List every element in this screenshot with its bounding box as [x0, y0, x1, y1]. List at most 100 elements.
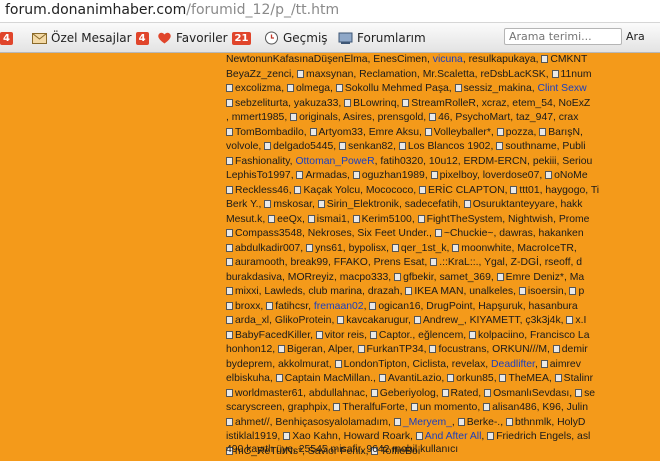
user-names-text[interactable]: senkan82,	[348, 141, 399, 152]
user-names-text[interactable]: Geberiyolog,	[380, 388, 442, 399]
user-names-text[interactable]: Sokollu Mehmed Paşa,	[345, 83, 455, 94]
user-names-text[interactable]: kolpaciino, Francisco La	[478, 330, 589, 341]
user-names-text[interactable]: TheMEA,	[508, 373, 554, 384]
user-names-text[interactable]: CMKNT	[550, 54, 587, 65]
user-names-text[interactable]: bydeprem, akkolmurat,	[226, 359, 335, 370]
user-names-text[interactable]: worldmaster61, abdullahnac,	[235, 388, 371, 399]
user-names-text[interactable]: burakdasiva, MORreyiz, macpo333,	[226, 272, 394, 283]
user-names-text[interactable]: Los Blancos 1902,	[408, 141, 496, 152]
user-names-text[interactable]: oguzhan1989,	[362, 170, 431, 181]
user-names-text[interactable]: mixxi, Lawleds, club marina, drazah,	[235, 286, 405, 297]
address-bar[interactable]: forum.donanimhaber.com/forumid_12/p_/tt.…	[0, 0, 660, 23]
user-names-text[interactable]: Captain MacMillan.,	[285, 373, 379, 384]
user-names-text[interactable]: BLowrinq,	[353, 98, 402, 109]
user-names-text[interactable]: Sirin_Elektronik, sadecefatih,	[327, 199, 464, 210]
user-names-text[interactable]: Friedrich Engels, asl	[496, 431, 590, 442]
user-names-text[interactable]: TomBombadilo,	[235, 127, 310, 138]
user-link[interactable]: Deadlifter	[491, 359, 535, 370]
user-names-text[interactable]: Xao Kahn, Howard Roark,	[292, 431, 416, 442]
user-names-text[interactable]: , fatih0320, 10u12, ERDM-ERCN, pekiii, S…	[375, 156, 593, 167]
user-link[interactable]: Ottoman_PoweR	[295, 156, 374, 167]
user-names-text[interactable]: alisan486, K96, Julin	[492, 402, 588, 413]
user-names-text[interactable]: pixelboy, loverdose07,	[440, 170, 546, 181]
user-names-text[interactable]: ogican16, DrugPoint, Hapşuruk, hasanbura	[378, 301, 577, 312]
user-names-text[interactable]: BabyFacedKiller,	[235, 330, 316, 341]
user-link[interactable]: And After All	[425, 431, 482, 442]
user-names-text[interactable]: NewtonunKafasınaDüşenElma, EnesCimen,	[226, 54, 433, 65]
user-names-text[interactable]: , mmert1985,	[226, 112, 290, 123]
notifications-button[interactable]: 4	[0, 29, 13, 47]
user-names-text[interactable]: BarışN,	[548, 127, 583, 138]
user-names-text[interactable]: AvantiLazio,	[388, 373, 447, 384]
user-names-text[interactable]: orkun85,	[456, 373, 499, 384]
user-names-text[interactable]: southname, Publi	[505, 141, 585, 152]
user-names-text[interactable]: TheralfuForte,	[342, 402, 410, 413]
user-names-text[interactable]: Kerim5100,	[362, 214, 418, 225]
user-names-text[interactable]: originals, Asires, prensgold,	[299, 112, 429, 123]
user-names-text[interactable]: demir	[562, 344, 588, 355]
user-names-text[interactable]: Volleyballer*,	[434, 127, 497, 138]
user-names-text[interactable]: Mesut.k,	[226, 214, 268, 225]
user-names-text[interactable]: focustrans, ORKUN///M,	[438, 344, 552, 355]
user-names-text[interactable]: p	[578, 286, 584, 297]
user-names-text[interactable]: OsmanlıSevdası,	[493, 388, 575, 399]
user-names-text[interactable]: StreamRolleR, xcraz, etem_54, NoExZ	[411, 98, 590, 109]
user-names-text[interactable]: .::KraL::., Ygal, Z-DGİ, rseoff, d	[439, 257, 582, 268]
user-names-text[interactable]: 11num	[561, 69, 592, 80]
user-names-text[interactable]: scaryscreen, graphpix,	[226, 402, 333, 413]
user-names-text[interactable]: qer_1st_k,	[401, 243, 452, 254]
search-button[interactable]: Ara	[626, 28, 660, 45]
user-link[interactable]: Clint Sexw	[538, 83, 587, 94]
user-names-text[interactable]: vitor reis,	[325, 330, 370, 341]
user-names-text[interactable]: FurkanTP34,	[367, 344, 430, 355]
user-names-text[interactable]: ahmet//, Benhiçasosyalolamadım,	[235, 417, 394, 428]
history-button[interactable]: Geçmiş	[264, 29, 328, 47]
user-names-text[interactable]: , resulkapukaya,	[463, 54, 542, 65]
private-messages-button[interactable]: Özel Mesajlar 4	[32, 29, 149, 47]
user-names-text[interactable]: istiklal1919,	[226, 431, 283, 442]
user-names-text[interactable]: Rated,	[451, 388, 485, 399]
user-names-text[interactable]: Reckless46,	[235, 185, 294, 196]
user-names-text[interactable]: ttt01, haygogo, Ti	[519, 185, 599, 196]
user-names-text[interactable]: delgado5445,	[273, 141, 339, 152]
user-names-text[interactable]: honhon12,	[226, 344, 278, 355]
user-names-text[interactable]: x.I	[575, 315, 586, 326]
user-names-text[interactable]: Artyom33, Emre Aksu,	[319, 127, 425, 138]
user-link[interactable]: fremaan02	[314, 301, 364, 312]
user-names-text[interactable]: IKEA MAN, unalkeles,	[414, 286, 519, 297]
user-names-text[interactable]: Bigeran, Alper,	[287, 344, 357, 355]
user-names-text[interactable]: Compass3548, Nekroses, Six Feet Under.,	[235, 228, 435, 239]
url-text[interactable]: forum.donanimhaber.com/forumid_12/p_/tt.…	[5, 2, 339, 18]
user-names-text[interactable]: volvole,	[226, 141, 264, 152]
user-names-text[interactable]: sebzeliturta, yakuza33,	[235, 98, 344, 109]
user-names-text[interactable]: LondonTipton, Ciclista, revelax,	[344, 359, 491, 370]
user-names-text[interactable]: pozza,	[506, 127, 540, 138]
search-input[interactable]	[504, 28, 622, 45]
user-names-text[interactable]: olmega,	[296, 83, 336, 94]
user-names-text[interactable]: Osuruktanteyyare, hakk	[473, 199, 583, 210]
user-names-text[interactable]: 46, PsychoMart, taz_947, crax	[438, 112, 578, 123]
user-link[interactable]: vicuna	[433, 54, 463, 65]
user-names-text[interactable]: bthnmlk, HolyD	[515, 417, 585, 428]
user-names-text[interactable]: aimrev	[550, 359, 581, 370]
user-names-text[interactable]: Armadas,	[305, 170, 352, 181]
user-names-text[interactable]: un momento,	[420, 402, 484, 413]
user-names-text[interactable]: LephisTo1997,	[226, 170, 296, 181]
user-names-text[interactable]: Berk Y.,	[226, 199, 264, 210]
user-names-text[interactable]: arda_xl, GlikoProtein,	[235, 315, 337, 326]
my-forums-button[interactable]: Forumlarım	[338, 29, 426, 47]
user-names-text[interactable]: sessiz_makina,	[464, 83, 538, 94]
user-names-text[interactable]: Kaçak Yolcu, Mocococo,	[303, 185, 419, 196]
user-names-text[interactable]: auramooth, break99, FFAKO, Prens Esat,	[235, 257, 430, 268]
user-names-text[interactable]: moonwhite, MacroIceTR,	[461, 243, 577, 254]
user-names-text[interactable]: broxx,	[235, 301, 266, 312]
user-names-text[interactable]: kavcakarugur,	[346, 315, 414, 326]
user-names-text[interactable]: fatihcsr,	[275, 301, 314, 312]
user-names-text[interactable]: eeQx,	[277, 214, 308, 225]
user-names-text[interactable]: mskosar,	[273, 199, 317, 210]
user-names-text[interactable]: excolizma,	[235, 83, 287, 94]
user-names-text[interactable]: isoersin,	[528, 286, 570, 297]
user-names-text[interactable]: Stalinr	[564, 373, 593, 384]
user-names-text[interactable]: Berke-.,	[467, 417, 506, 428]
user-names-text[interactable]: ERİC CLAPTON,	[428, 185, 510, 196]
